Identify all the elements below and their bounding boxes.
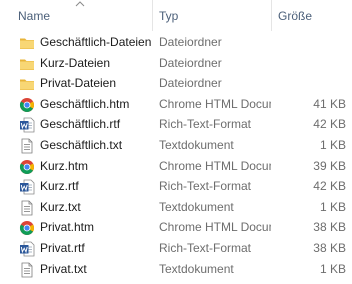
file-row[interactable]: Kurz.txt Textdokument 1 KB <box>0 197 352 218</box>
file-name[interactable]: Geschäftlich-Dateien <box>40 32 156 53</box>
file-size: 1 KB <box>319 261 346 276</box>
file-row[interactable]: Geschäftlich.htmChrome HTML Document 41 K… <box>0 94 352 115</box>
chrome-icon <box>19 220 35 236</box>
file-row[interactable]: Kurz.rtf Rich-Text-Format 42 KB <box>0 176 352 197</box>
chrome-icon <box>19 97 35 113</box>
file-size: 42 KB <box>313 117 346 132</box>
file-type: Rich-Text-Format <box>159 179 252 194</box>
file-type: Textdokument <box>159 137 234 152</box>
file-list: Geschäftlich-Dateien Dateiordner Kurz-Dat… <box>0 32 352 279</box>
file-size: 38 KB <box>313 220 346 235</box>
file-type: Dateiordner <box>159 55 222 70</box>
file-name[interactable]: Geschäftlich.rtf <box>40 114 156 135</box>
column-separator[interactable] <box>271 0 272 31</box>
file-name[interactable]: Kurz.rtf <box>40 176 156 197</box>
file-name[interactable]: Geschäftlich.htm <box>40 94 156 115</box>
file-type: Chrome HTML Document <box>159 220 271 235</box>
file-size: 42 KB <box>313 179 346 194</box>
file-name[interactable]: Kurz.htm <box>40 156 156 177</box>
folder-icon <box>19 76 35 92</box>
file-name[interactable]: Geschäftlich.txt <box>40 135 156 156</box>
file-row[interactable]: Kurz.htmChrome HTML Document 39 KB <box>0 156 352 177</box>
chrome-icon <box>19 159 35 175</box>
file-row[interactable]: Privat.htmChrome HTML Document 38 KB <box>0 217 352 238</box>
file-size: 39 KB <box>313 158 346 173</box>
file-name[interactable]: Privat.rtf <box>40 238 156 259</box>
file-size: 41 KB <box>313 96 346 111</box>
file-name[interactable]: Kurz.txt <box>40 197 156 218</box>
file-name[interactable]: Privat-Dateien <box>40 73 156 94</box>
file-row[interactable]: Privat.rtf Rich-Text-Format 38 KB <box>0 238 352 259</box>
file-row[interactable]: Geschäftlich-Dateien Dateiordner <box>0 32 352 53</box>
file-type: Textdokument <box>159 261 234 276</box>
folder-icon <box>19 35 35 51</box>
file-type: Textdokument <box>159 199 234 214</box>
file-type: Dateiordner <box>159 35 222 49</box>
file-name[interactable]: Privat.htm <box>40 217 156 238</box>
file-name[interactable]: Privat.txt <box>40 259 156 280</box>
folder-icon <box>19 56 35 72</box>
file-row[interactable]: Geschäftlich.txt Textdokument 1 KB <box>0 135 352 156</box>
file-explorer-details-view: Name Typ Größe Geschäftlich-Dateien Datei… <box>0 0 352 284</box>
column-header-bar: Name Typ Größe <box>0 0 352 31</box>
text-file-icon <box>19 262 35 278</box>
word-icon <box>19 241 35 257</box>
column-separator[interactable] <box>152 0 153 31</box>
file-row[interactable]: Geschäftlich.rtf Rich-Text-Format 42 KB <box>0 114 352 135</box>
file-type: Chrome HTML Document <box>159 158 271 173</box>
file-row[interactable]: Kurz-Dateien Dateiordner <box>0 53 352 74</box>
file-type: Dateiordner <box>159 76 222 91</box>
column-header-type[interactable]: Typ <box>159 7 269 25</box>
text-file-icon <box>19 200 35 216</box>
file-name[interactable]: Kurz-Dateien <box>40 53 156 74</box>
file-size: 38 KB <box>313 240 346 255</box>
word-icon <box>19 117 35 133</box>
text-file-icon <box>19 138 35 154</box>
column-header-size[interactable]: Größe <box>278 7 338 25</box>
file-row[interactable]: Privat-Dateien Dateiordner <box>0 73 352 94</box>
file-type: Rich-Text-Format <box>159 240 252 255</box>
file-type: Chrome HTML Document <box>159 96 271 111</box>
file-size: 1 KB <box>319 137 346 152</box>
file-type: Rich-Text-Format <box>159 117 252 132</box>
word-icon <box>19 179 35 195</box>
file-row[interactable]: Privat.txt Textdokument 1 KB <box>0 259 352 280</box>
column-header-name[interactable]: Name <box>18 7 148 25</box>
file-size: 1 KB <box>319 199 346 214</box>
